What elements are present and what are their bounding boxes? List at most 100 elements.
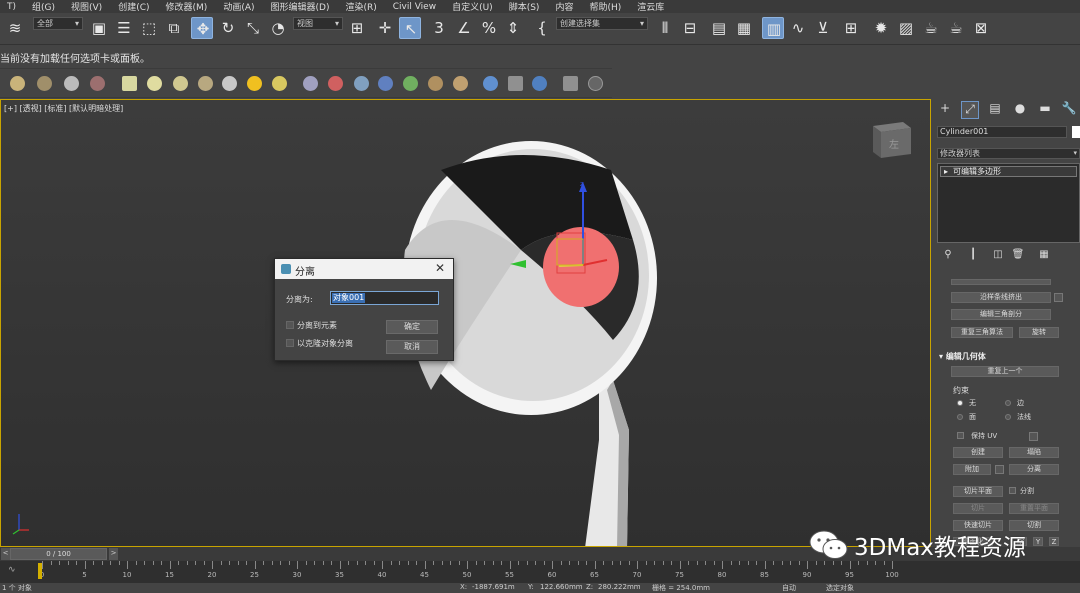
show-end-result-icon[interactable]: ┃ <box>964 249 982 267</box>
menu-item[interactable]: 图形编辑器(D) <box>264 0 339 13</box>
coord-y-field[interactable]: 122.660mm <box>540 583 583 591</box>
remove-modifier-icon[interactable]: 🗑 <box>1009 249 1027 267</box>
rotate-icon[interactable]: ↻ <box>217 17 239 39</box>
constraint-edge-radio[interactable] <box>1005 400 1011 406</box>
material-sphere-icon[interactable] <box>532 76 547 91</box>
auto-key-button[interactable]: 自动 <box>782 583 796 593</box>
wrench-icon[interactable] <box>328 76 343 91</box>
set-key-filter[interactable]: 选定对象 <box>826 583 854 593</box>
mirror-icon[interactable]: ⫴ <box>654 17 676 39</box>
create-button[interactable]: 创建 <box>953 447 1003 458</box>
render-production-icon[interactable]: ☕ <box>945 17 967 39</box>
spinner-snap-icon[interactable]: ⇕ <box>502 17 524 39</box>
frame-ruler[interactable]: 0 5 10 15 20 25 30 35 40 45 50 55 60 65 70 75 80 85 90 95 10… <box>38 561 899 583</box>
modify-tab-icon[interactable]: ⤢ <box>961 101 979 119</box>
reference-coord-dropdown[interactable]: 视图 <box>293 17 343 30</box>
hierarchy-tab-icon[interactable]: ▤ <box>986 101 1004 119</box>
attach-button[interactable]: 附加 <box>953 464 991 475</box>
cone-icon[interactable] <box>222 76 237 91</box>
extrude-along-spline-button[interactable]: 沿样条线挤出 <box>951 292 1051 303</box>
detach-as-input[interactable]: 对象001 <box>330 291 439 305</box>
move-icon[interactable]: ✥ <box>191 17 213 39</box>
stack-item-editable-poly[interactable]: 可编辑多边形 <box>940 166 1077 177</box>
scene-icon[interactable] <box>10 76 25 91</box>
motion-tab-icon[interactable]: ● <box>1011 101 1029 119</box>
scene-explorer-icon[interactable]: ▤ <box>708 17 730 39</box>
constraint-face-radio[interactable] <box>957 414 963 420</box>
planar-z-button[interactable]: Z <box>1049 537 1059 546</box>
named-selection-dropdown[interactable]: 创建选择集 <box>556 17 648 30</box>
edit-triangulation-button[interactable]: 编辑三角剖分 <box>951 309 1051 320</box>
slice-plane-button[interactable]: 切片平面 <box>953 486 1003 497</box>
edit-geometry-section[interactable]: ▾ 编辑几何体 <box>939 351 986 362</box>
object-color-swatch[interactable] <box>1072 126 1080 138</box>
preserve-uv-checkbox[interactable] <box>957 432 964 439</box>
modifier-icon[interactable] <box>453 76 468 91</box>
angle-snap-icon[interactable]: ∠ <box>453 17 475 39</box>
perspective-viewport[interactable]: z 左 [+] [透视] [标准] [默认明暗处理] <box>0 99 931 547</box>
teapot-icon[interactable] <box>198 76 213 91</box>
menu-item[interactable]: 自定义(U) <box>445 0 502 13</box>
extrude-settings-icon[interactable] <box>1054 293 1063 302</box>
scale-icon[interactable]: ⤡ <box>242 17 264 39</box>
time-next-icon[interactable]: > <box>109 548 118 560</box>
detach-as-clone-checkbox[interactable] <box>286 339 294 347</box>
menu-item[interactable]: 渲云库 <box>630 0 673 13</box>
menu-item[interactable]: 视图(V) <box>64 0 111 13</box>
display-icon[interactable] <box>37 76 52 91</box>
attach-list-icon[interactable] <box>995 465 1004 474</box>
select-by-name-icon[interactable]: ☰ <box>113 17 135 39</box>
menu-item[interactable]: T) <box>0 2 25 12</box>
menu-item[interactable]: 渲染(R) <box>338 0 385 13</box>
dope-sheet-icon[interactable]: ⊻ <box>812 17 834 39</box>
particle-icon[interactable] <box>303 76 318 91</box>
selection-filter-dropdown[interactable]: 全部 <box>33 17 83 30</box>
configure-sets-icon[interactable]: ▦ <box>1035 249 1053 267</box>
current-frame-marker[interactable] <box>38 563 42 579</box>
dialog-titlebar[interactable]: 分离 ✕ <box>275 259 453 279</box>
toggle-ribbon-icon[interactable]: ▥ <box>762 17 784 39</box>
detach-to-element-checkbox[interactable] <box>286 321 294 329</box>
utilities-tab-icon[interactable]: 🔧 <box>1060 101 1078 119</box>
collapse-button[interactable]: 塌陷 <box>1009 447 1059 458</box>
viewport-label[interactable]: [+] [透视] [标准] [默认明暗处理] <box>4 103 123 114</box>
create-tab-icon[interactable]: + <box>936 101 954 119</box>
tree-icon[interactable] <box>403 76 418 91</box>
retriangulate-button[interactable]: 重复三角算法 <box>951 327 1013 338</box>
slice-button[interactable]: 切片 <box>953 503 1003 514</box>
menu-item[interactable]: 创建(C) <box>111 0 158 13</box>
coord-z-field[interactable]: 280.222mm <box>598 583 641 591</box>
light-icon[interactable] <box>272 76 287 91</box>
close-icon[interactable]: ✕ <box>435 261 445 275</box>
partial-button[interactable] <box>951 279 1051 285</box>
helper-icon[interactable] <box>90 76 105 91</box>
menu-item[interactable]: 帮助(H) <box>582 0 630 13</box>
rect-selection-icon[interactable]: ⬚ <box>138 17 160 39</box>
make-unique-icon[interactable]: ◫ <box>989 249 1007 267</box>
reset-plane-button[interactable]: 重置平面 <box>1009 503 1059 514</box>
layer-explorer-icon[interactable]: ▦ <box>733 17 755 39</box>
window-crossing-icon[interactable]: ⧉ <box>163 17 185 39</box>
render-setup-icon[interactable]: ▨ <box>895 17 917 39</box>
undo-icon[interactable]: ≋ <box>4 17 26 39</box>
sphere-icon[interactable] <box>147 76 162 91</box>
time-slider[interactable]: 0 / 100 <box>10 548 107 560</box>
rendered-frame-icon[interactable]: ☕ <box>920 17 942 39</box>
track-bar[interactable]: ∿ 0 5 10 15 20 25 30 35 40 45 50 55 60 65 70 75 80 85 90 95… <box>0 561 1080 583</box>
render-cloud-icon[interactable]: ⊠ <box>970 17 992 39</box>
grid-icon[interactable] <box>508 76 523 91</box>
turn-button[interactable]: 旋转 <box>1019 327 1059 338</box>
material-editor-icon[interactable]: ✹ <box>870 17 892 39</box>
globe-icon[interactable] <box>378 76 393 91</box>
menu-item[interactable]: Civil View <box>386 2 445 12</box>
edit-named-sets-icon[interactable]: { <box>531 17 553 39</box>
constraint-normal-radio[interactable] <box>1005 414 1011 420</box>
display-tab-icon[interactable]: ▬ <box>1036 101 1054 119</box>
align-icon[interactable]: ⊟ <box>679 17 701 39</box>
object-name-field[interactable]: Cylinder001 <box>937 126 1067 138</box>
curve-editor-mini-icon[interactable]: ∿ <box>8 565 16 575</box>
menu-item[interactable]: 脚本(S) <box>502 0 549 13</box>
place-icon[interactable]: ◔ <box>267 17 289 39</box>
time-prev-icon[interactable]: < <box>1 548 10 560</box>
split-checkbox[interactable] <box>1009 487 1016 494</box>
